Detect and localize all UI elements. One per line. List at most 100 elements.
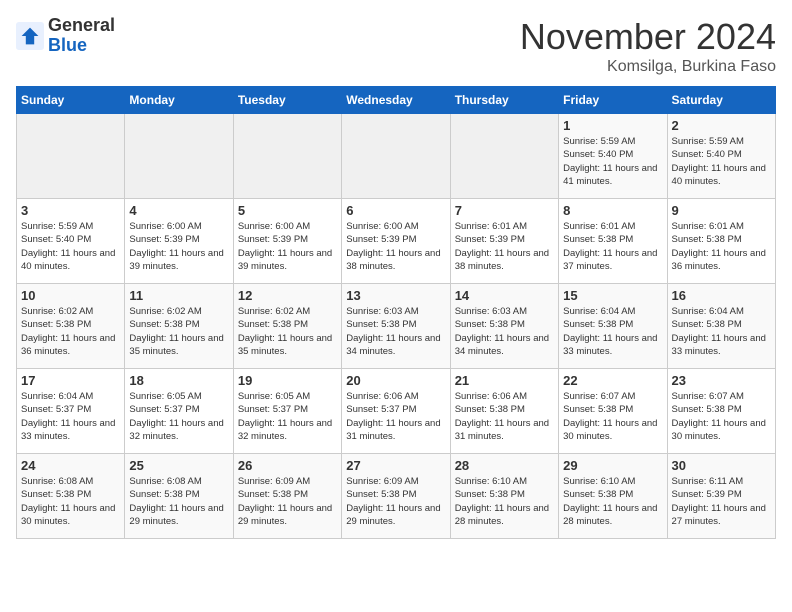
- day-number: 23: [672, 373, 771, 388]
- location: Komsilga, Burkina Faso: [520, 58, 776, 76]
- calendar-cell: 14Sunrise: 6:03 AM Sunset: 5:38 PM Dayli…: [450, 284, 558, 369]
- calendar-cell: 15 Sunrise: 6:04 AM Sunset: 5:38 PM Dayli…: [559, 284, 667, 369]
- day-info: Sunrise: 6:06 AM Sunset: 5:38 PM Dayligh…: [455, 390, 554, 443]
- header-friday: Friday: [559, 87, 667, 114]
- day-number: 28: [455, 458, 554, 473]
- calendar-cell: 26 Sunrise: 6:09 AM Sunset: 5:38 PM Dayli…: [233, 454, 341, 539]
- logo-general-text: General: [48, 16, 115, 36]
- day-number: 7: [455, 203, 554, 218]
- calendar-week-3: 10 Sunrise: 6:02 AM Sunset: 5:38 PM Dayli…: [17, 284, 776, 369]
- day-info: Sunrise: 6:08 AM Sunset: 5:38 PM Dayligh…: [129, 475, 228, 528]
- logo-blue-text: Blue: [48, 36, 115, 56]
- day-info: Sunrise: 6:02 AM Sunset: 5:38 PM Dayligh…: [238, 305, 337, 358]
- calendar-cell: 25 Sunrise: 6:08 AM Sunset: 5:38 PM Dayli…: [125, 454, 233, 539]
- calendar-table: Sunday Monday Tuesday Wednesday Thursday…: [16, 86, 776, 539]
- day-number: 8: [563, 203, 662, 218]
- calendar-cell: 4Sunrise: 6:00 AM Sunset: 5:39 PM Daylig…: [125, 199, 233, 284]
- day-number: 12: [238, 288, 337, 303]
- day-info: Sunrise: 6:11 AM Sunset: 5:39 PM Dayligh…: [672, 475, 771, 528]
- calendar-cell: 17Sunrise: 6:04 AM Sunset: 5:37 PM Dayli…: [17, 369, 125, 454]
- calendar-cell: 22Sunrise: 6:07 AM Sunset: 5:38 PM Dayli…: [559, 369, 667, 454]
- day-number: 25: [129, 458, 228, 473]
- day-info: Sunrise: 6:01 AM Sunset: 5:38 PM Dayligh…: [672, 220, 771, 273]
- day-info: Sunrise: 6:02 AM Sunset: 5:38 PM Dayligh…: [21, 305, 120, 358]
- day-info: Sunrise: 6:02 AM Sunset: 5:38 PM Dayligh…: [129, 305, 228, 358]
- day-number: 2: [672, 118, 771, 133]
- day-number: 24: [21, 458, 120, 473]
- day-info: Sunrise: 6:03 AM Sunset: 5:38 PM Dayligh…: [346, 305, 445, 358]
- day-info: Sunrise: 6:04 AM Sunset: 5:38 PM Dayligh…: [672, 305, 771, 358]
- day-info: Sunrise: 6:00 AM Sunset: 5:39 PM Dayligh…: [346, 220, 445, 273]
- calendar-cell: 9Sunrise: 6:01 AM Sunset: 5:38 PM Daylig…: [667, 199, 775, 284]
- day-number: 19: [238, 373, 337, 388]
- header-row: Sunday Monday Tuesday Wednesday Thursday…: [17, 87, 776, 114]
- day-number: 3: [21, 203, 120, 218]
- day-number: 10: [21, 288, 120, 303]
- day-number: 18: [129, 373, 228, 388]
- day-number: 15: [563, 288, 662, 303]
- calendar-cell: 3 Sunrise: 5:59 AM Sunset: 5:40 PM Daylig…: [17, 199, 125, 284]
- calendar-cell: 2 Sunrise: 5:59 AM Sunset: 5:40 PM Daylig…: [667, 114, 775, 199]
- logo: General Blue: [16, 16, 115, 56]
- calendar-week-1: 1 Sunrise: 5:59 AM Sunset: 5:40 PM Daylig…: [17, 114, 776, 199]
- day-info: Sunrise: 6:10 AM Sunset: 5:38 PM Dayligh…: [455, 475, 554, 528]
- day-number: 16: [672, 288, 771, 303]
- calendar-header: Sunday Monday Tuesday Wednesday Thursday…: [17, 87, 776, 114]
- calendar-cell: 11 Sunrise: 6:02 AM Sunset: 5:38 PM Dayli…: [125, 284, 233, 369]
- calendar-cell: 6 Sunrise: 6:00 AM Sunset: 5:39 PM Daylig…: [342, 199, 450, 284]
- day-number: 5: [238, 203, 337, 218]
- calendar-cell: [17, 114, 125, 199]
- month-title: November 2024: [520, 16, 776, 58]
- calendar-cell: 29 Sunrise: 6:10 AM Sunset: 5:38 PM Dayli…: [559, 454, 667, 539]
- calendar-cell: 23 Sunrise: 6:07 AM Sunset: 5:38 PM Dayli…: [667, 369, 775, 454]
- calendar-cell: 30 Sunrise: 6:11 AM Sunset: 5:39 PM Dayli…: [667, 454, 775, 539]
- day-number: 30: [672, 458, 771, 473]
- day-info: Sunrise: 5:59 AM Sunset: 5:40 PM Dayligh…: [563, 135, 662, 188]
- calendar-cell: 10 Sunrise: 6:02 AM Sunset: 5:38 PM Dayli…: [17, 284, 125, 369]
- day-info: Sunrise: 6:04 AM Sunset: 5:38 PM Dayligh…: [563, 305, 662, 358]
- calendar-cell: 16 Sunrise: 6:04 AM Sunset: 5:38 PM Dayli…: [667, 284, 775, 369]
- day-info: Sunrise: 6:05 AM Sunset: 5:37 PM Dayligh…: [129, 390, 228, 443]
- header-thursday: Thursday: [450, 87, 558, 114]
- calendar-cell: 7 Sunrise: 6:01 AM Sunset: 5:39 PM Daylig…: [450, 199, 558, 284]
- calendar-cell: 18 Sunrise: 6:05 AM Sunset: 5:37 PM Dayli…: [125, 369, 233, 454]
- logo-icon: [16, 22, 44, 50]
- day-number: 1: [563, 118, 662, 133]
- day-info: Sunrise: 6:00 AM Sunset: 5:39 PM Dayligh…: [238, 220, 337, 273]
- day-info: Sunrise: 6:09 AM Sunset: 5:38 PM Dayligh…: [238, 475, 337, 528]
- day-info: Sunrise: 5:59 AM Sunset: 5:40 PM Dayligh…: [21, 220, 120, 273]
- day-info: Sunrise: 6:09 AM Sunset: 5:38 PM Dayligh…: [346, 475, 445, 528]
- day-info: Sunrise: 6:10 AM Sunset: 5:38 PM Dayligh…: [563, 475, 662, 528]
- day-number: 11: [129, 288, 228, 303]
- calendar-cell: [233, 114, 341, 199]
- day-number: 27: [346, 458, 445, 473]
- day-info: Sunrise: 6:01 AM Sunset: 5:39 PM Dayligh…: [455, 220, 554, 273]
- calendar-cell: 20 Sunrise: 6:06 AM Sunset: 5:37 PM Dayli…: [342, 369, 450, 454]
- day-number: 14: [455, 288, 554, 303]
- day-number: 26: [238, 458, 337, 473]
- day-number: 21: [455, 373, 554, 388]
- day-info: Sunrise: 6:04 AM Sunset: 5:37 PM Dayligh…: [21, 390, 120, 443]
- day-number: 20: [346, 373, 445, 388]
- calendar-cell: 13 Sunrise: 6:03 AM Sunset: 5:38 PM Dayli…: [342, 284, 450, 369]
- header-tuesday: Tuesday: [233, 87, 341, 114]
- day-number: 4: [129, 203, 228, 218]
- calendar-body: 1 Sunrise: 5:59 AM Sunset: 5:40 PM Daylig…: [17, 114, 776, 539]
- calendar-cell: 24Sunrise: 6:08 AM Sunset: 5:38 PM Dayli…: [17, 454, 125, 539]
- day-info: Sunrise: 6:07 AM Sunset: 5:38 PM Dayligh…: [672, 390, 771, 443]
- calendar-cell: [342, 114, 450, 199]
- calendar-cell: 21 Sunrise: 6:06 AM Sunset: 5:38 PM Dayli…: [450, 369, 558, 454]
- day-info: Sunrise: 6:05 AM Sunset: 5:37 PM Dayligh…: [238, 390, 337, 443]
- calendar-cell: 27 Sunrise: 6:09 AM Sunset: 5:38 PM Dayli…: [342, 454, 450, 539]
- day-number: 13: [346, 288, 445, 303]
- header-monday: Monday: [125, 87, 233, 114]
- day-number: 6: [346, 203, 445, 218]
- calendar-week-5: 24 Sunrise: 6:08 AM Sunset: 5:38 PM Dayli…: [17, 454, 776, 539]
- calendar-cell: 1 Sunrise: 5:59 AM Sunset: 5:40 PM Daylig…: [559, 114, 667, 199]
- day-info: Sunrise: 5:59 AM Sunset: 5:40 PM Dayligh…: [672, 135, 771, 188]
- calendar-cell: 12 Sunrise: 6:02 AM Sunset: 5:38 PM Dayli…: [233, 284, 341, 369]
- calendar-cell: 8Sunrise: 6:01 AM Sunset: 5:38 PM Daylig…: [559, 199, 667, 284]
- day-info: Sunrise: 6:06 AM Sunset: 5:37 PM Dayligh…: [346, 390, 445, 443]
- header-wednesday: Wednesday: [342, 87, 450, 114]
- day-number: 29: [563, 458, 662, 473]
